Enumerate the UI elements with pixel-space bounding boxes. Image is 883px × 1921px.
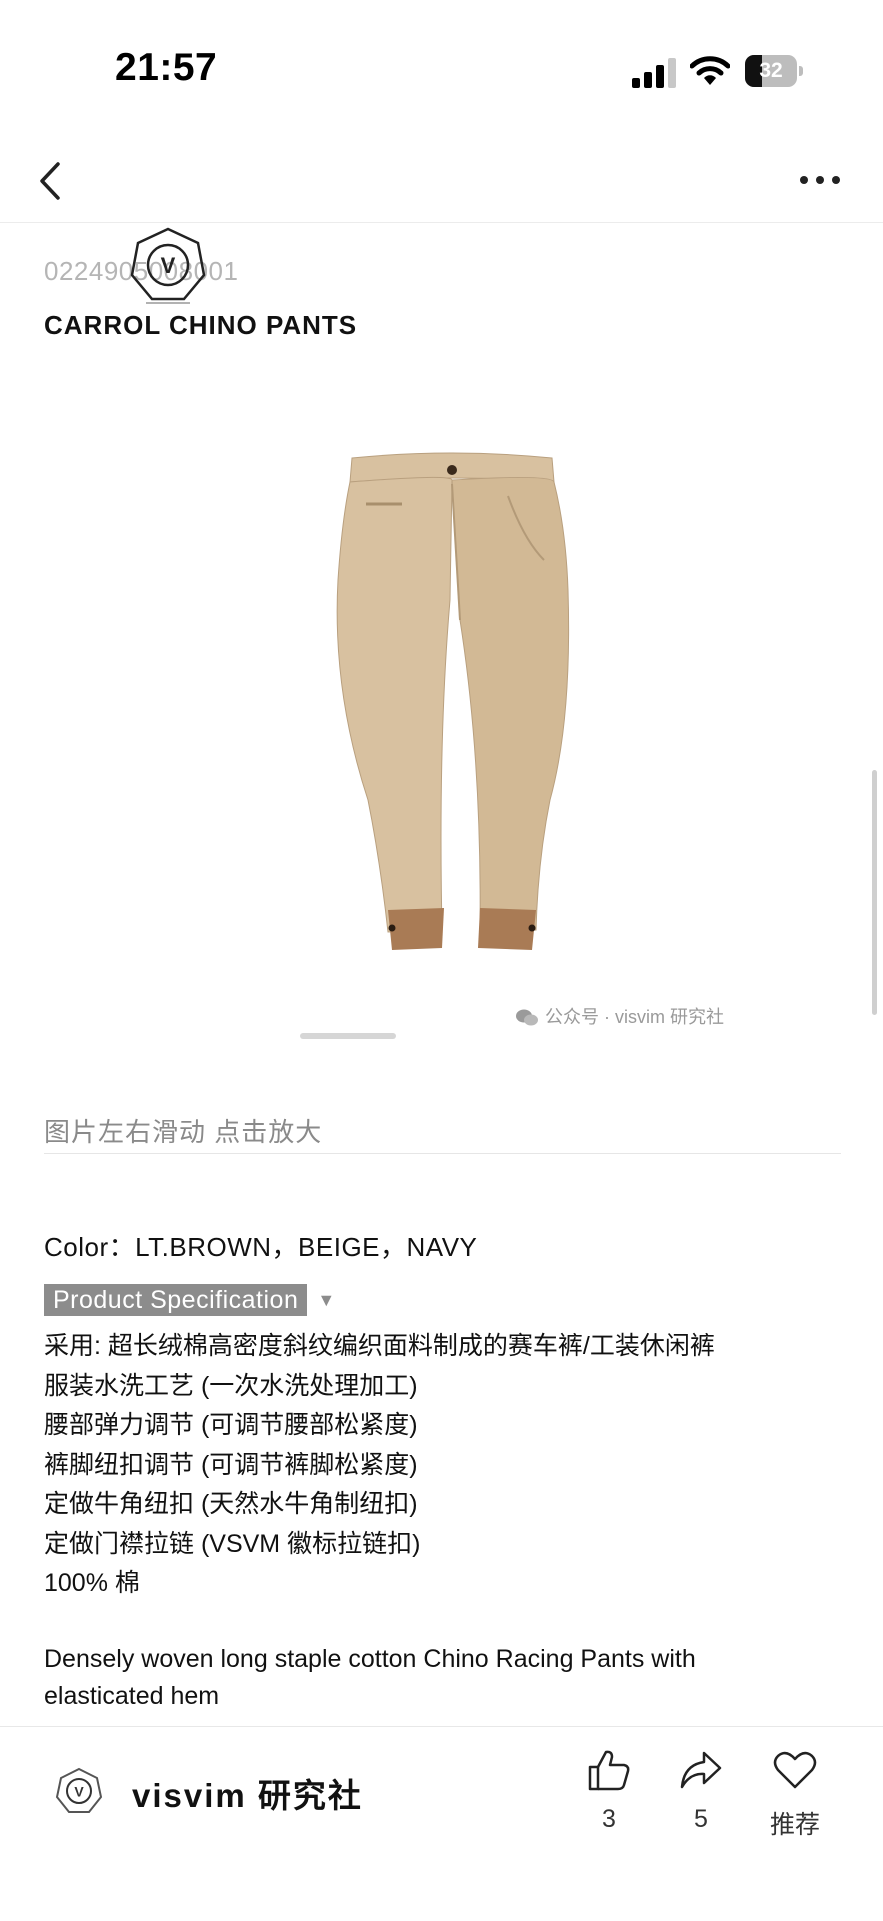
description-continued-text: Cut Work: [44, 1716, 804, 1726]
avatar-letter: V: [74, 1784, 84, 1800]
heart-icon: [773, 1751, 817, 1789]
status-time: 21:57: [115, 46, 218, 89]
like-button[interactable]: 3: [574, 1747, 644, 1834]
wechat-icon: [516, 1009, 538, 1026]
account-name[interactable]: visvim 研究社: [132, 1769, 363, 1817]
battery-level: 32: [759, 59, 783, 82]
divider: [44, 1153, 841, 1154]
share-button[interactable]: 5: [666, 1747, 736, 1834]
spec-item: 定做牛角纽扣 (天然水牛角制纽扣): [44, 1490, 418, 1518]
recommend-button[interactable]: 推荐: [760, 1747, 830, 1841]
spec-header: Product Specification ▼: [44, 1284, 335, 1316]
watermark: 公众号 · visvim 研究社: [515, 1003, 724, 1029]
bottom-bar: V visvim 研究社 3 5 推荐: [0, 1726, 883, 1921]
description-continued: Cut Work: [44, 1716, 804, 1726]
triangle-down-icon: ▼: [317, 1289, 336, 1310]
spec-item: 裤脚纽扣调节 (可调节裤脚松紧度): [44, 1450, 418, 1479]
signal-bars-icon: [632, 58, 676, 88]
spec-list: 采用: 超长绒棉高密度斜纹编织面料制成的赛车裤/工装休闲裤 服装水洗工艺 (一次…: [44, 1327, 854, 1604]
wifi-icon: [690, 56, 730, 85]
spec-item: 采用: 超长绒棉高密度斜纹编织面料制成的赛车裤/工装休闲裤: [44, 1332, 715, 1360]
spec-label: Product Specification: [44, 1284, 308, 1316]
watermark-text: 公众号 · visvim 研究社: [545, 1007, 724, 1027]
spec-item: 服装水洗工艺 (一次水洗处理加工): [44, 1371, 418, 1400]
battery-icon: 32: [745, 55, 805, 87]
scroll-indicator[interactable]: [872, 770, 877, 1015]
account-avatar[interactable]: V: [55, 1767, 103, 1815]
like-count: 3: [602, 1805, 616, 1833]
share-count: 5: [694, 1805, 708, 1833]
spec-item: 100% 棉: [44, 1569, 140, 1597]
spec-item: 腰部弹力调节 (可调节腰部松紧度): [44, 1411, 418, 1439]
thumbs-up-icon: [588, 1750, 630, 1791]
carousel-indicator: [300, 1033, 396, 1039]
spec-item: 定做门襟拉链 (VSVM 徽标拉链扣): [44, 1529, 421, 1558]
pants-image: [336, 452, 570, 950]
brand-logo-letter: V: [161, 253, 176, 278]
product-description: Densely woven long staple cotton Chino R…: [44, 1645, 696, 1710]
share-arrow-icon: [680, 1751, 722, 1789]
status-bar: 21:57 32: [0, 0, 883, 140]
gallery-hint: 图片左右滑动 点击放大: [44, 1117, 323, 1147]
recommend-label: 推荐: [769, 1811, 820, 1839]
brand-logo: V: [130, 227, 206, 304]
color-options: Color：LT.BROWN，BEIGE，NAVY: [44, 1232, 478, 1262]
